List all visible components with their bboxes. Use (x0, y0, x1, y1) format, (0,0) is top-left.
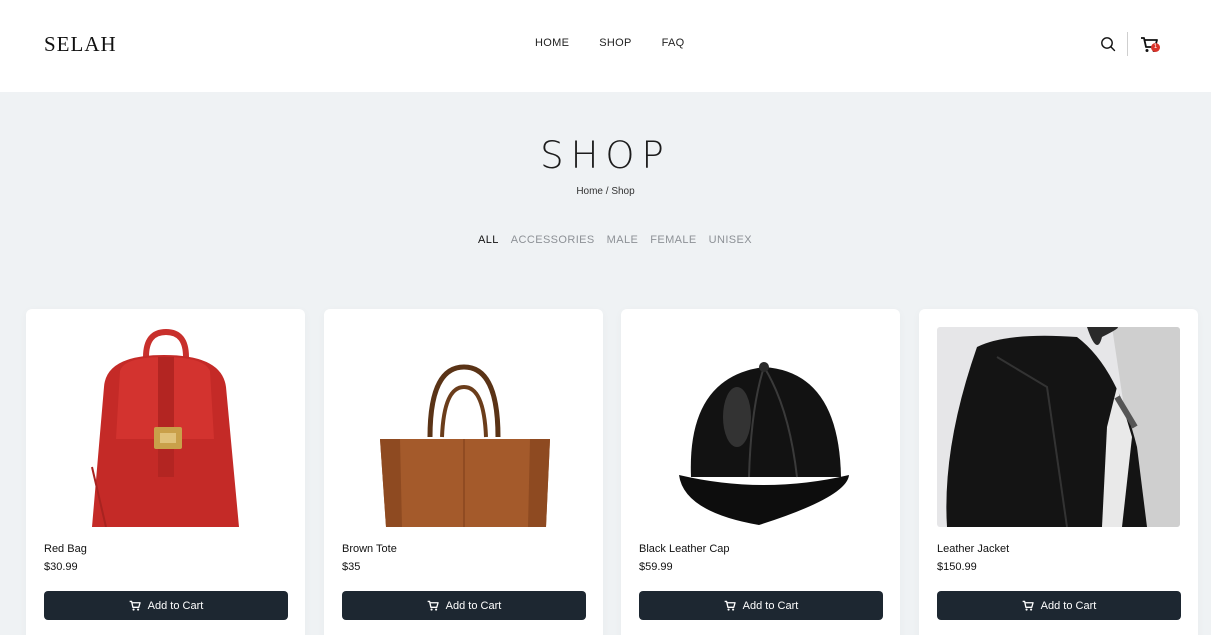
brown-tote-image (342, 327, 585, 527)
page-title: SHOP (540, 134, 671, 177)
cart-icon (129, 600, 141, 611)
red-backpack-image (44, 327, 287, 527)
product-image[interactable] (44, 327, 287, 527)
product-name[interactable]: Red Bag (44, 543, 87, 555)
nav-faq[interactable]: FAQ (662, 37, 685, 49)
add-to-cart-label: Add to Cart (1040, 599, 1097, 612)
product-price: $35 (342, 561, 361, 573)
product-name[interactable]: Brown Tote (342, 543, 397, 555)
product-price: $150.99 (937, 561, 977, 573)
filter-female[interactable]: FEMALE (650, 234, 696, 246)
add-to-cart-label: Add to Cart (742, 599, 799, 612)
product-name[interactable]: Leather Jacket (937, 543, 1009, 555)
main-nav: HOME SHOP FAQ (535, 37, 684, 49)
filter-all[interactable]: ALL (478, 234, 499, 246)
product-name[interactable]: Black Leather Cap (639, 543, 730, 555)
leather-jacket-image (937, 327, 1180, 527)
cart-icon (1022, 600, 1034, 611)
nav-shop[interactable]: SHOP (599, 37, 631, 49)
add-to-cart-button[interactable]: Add to Cart (342, 591, 586, 620)
breadcrumb[interactable]: Home / Shop (0, 186, 1211, 197)
product-card: Black Leather Cap $59.99 Add to Cart (621, 309, 900, 635)
cart-icon (427, 600, 439, 611)
header-divider (1127, 32, 1128, 56)
filter-male[interactable]: MALE (607, 234, 639, 246)
add-to-cart-button[interactable]: Add to Cart (639, 591, 883, 620)
product-image[interactable] (342, 327, 585, 527)
add-to-cart-label: Add to Cart (147, 599, 204, 612)
category-filters: ALL ACCESSORIES MALE FEMALE UNISEX (478, 234, 752, 246)
site-header: SELAH HOME SHOP FAQ 1 (0, 0, 1211, 92)
search-icon[interactable] (1100, 36, 1116, 52)
product-card: Leather Jacket $150.99 Add to Cart (919, 309, 1198, 635)
product-price: $59.99 (639, 561, 673, 573)
add-to-cart-label: Add to Cart (445, 599, 502, 612)
add-to-cart-button[interactable]: Add to Cart (937, 591, 1181, 620)
cart-count-badge: 1 (1151, 43, 1160, 52)
product-card: Brown Tote $35 Add to Cart (324, 309, 603, 635)
filter-unisex[interactable]: UNISEX (709, 234, 752, 246)
black-cap-image (639, 327, 882, 527)
product-price: $30.99 (44, 561, 78, 573)
cart-icon (724, 600, 736, 611)
product-image[interactable] (639, 327, 882, 527)
logo[interactable]: SELAH (44, 32, 117, 57)
product-image[interactable] (937, 327, 1180, 527)
product-card: Red Bag $30.99 Add to Cart (26, 309, 305, 635)
filter-accessories[interactable]: ACCESSORIES (511, 234, 595, 246)
add-to-cart-button[interactable]: Add to Cart (44, 591, 288, 620)
nav-home[interactable]: HOME (535, 37, 569, 49)
